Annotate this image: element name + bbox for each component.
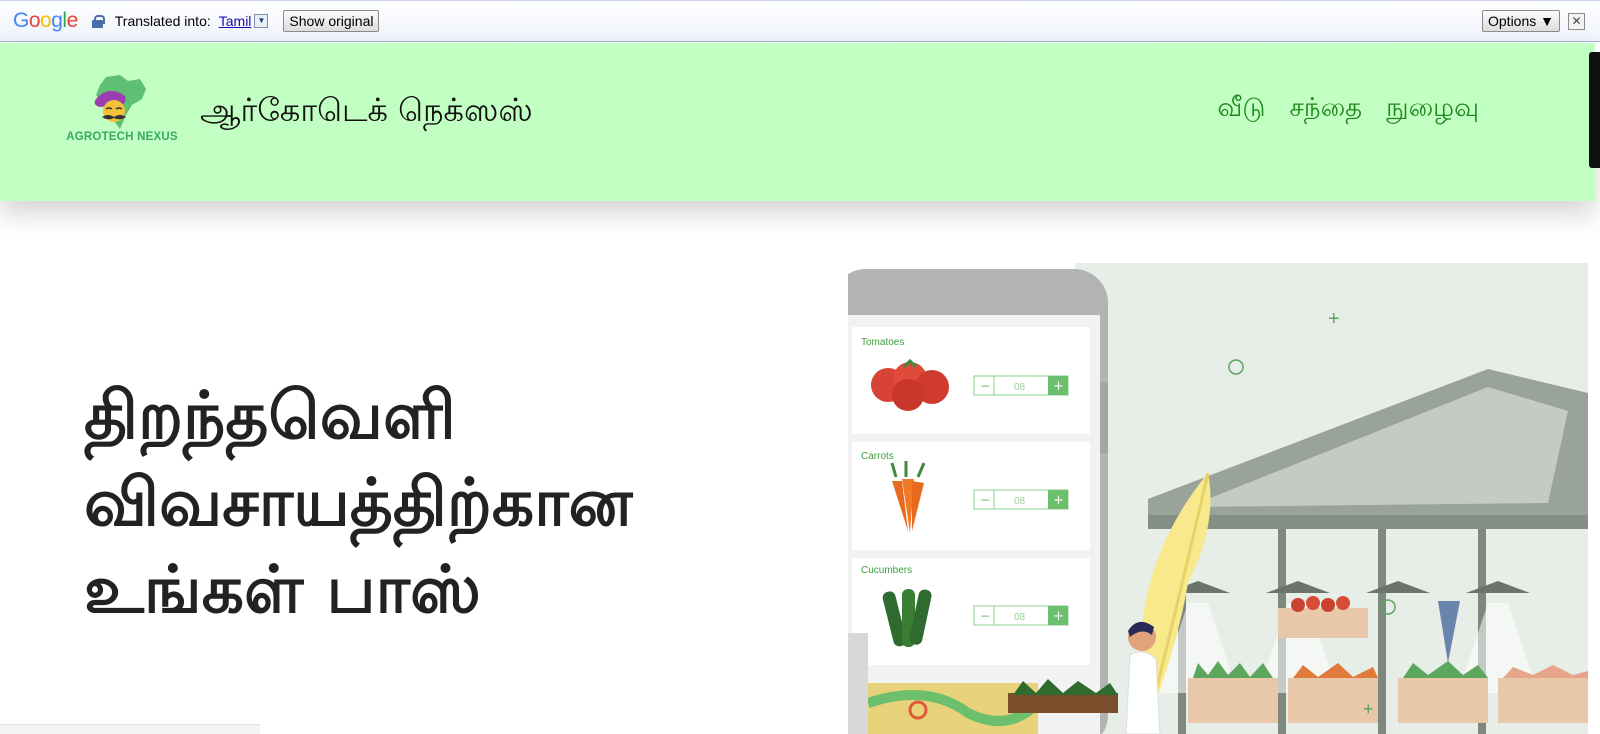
quantity-value: 08: [1014, 382, 1026, 393]
product-name: Cucumbers: [861, 565, 912, 576]
language-link[interactable]: Tamil: [219, 13, 252, 29]
nav-login-link[interactable]: நுழைவு: [1386, 93, 1479, 126]
nav-home-link[interactable]: வீடு: [1217, 93, 1265, 126]
lock-icon: [91, 14, 105, 28]
main-nav: வீடு சந்தை நுழைவு: [1217, 93, 1479, 126]
minus-icon: −: [980, 609, 990, 623]
quantity-stepper[interactable]: − + 08: [973, 489, 1069, 510]
show-original-button[interactable]: Show original: [283, 10, 380, 32]
brand-name[interactable]: ஆர்கோடெக் நெக்ஸஸ்: [200, 91, 533, 133]
nav-market-link[interactable]: சந்தை: [1289, 93, 1362, 126]
plus-icon: +: [1053, 493, 1064, 508]
person-illustration: [1125, 621, 1161, 734]
quantity-stepper[interactable]: − + 08: [973, 375, 1069, 396]
farmer-logo-icon: [94, 75, 146, 129]
hero-title-line: திறந்தவெளி: [84, 377, 456, 454]
translate-bar: Google Translated into: Tamil ▼ Show ori…: [0, 0, 1600, 42]
site-logo[interactable]: AGROTECH NEXUS: [62, 75, 182, 155]
quantity-value: 08: [1014, 496, 1026, 507]
minus-icon: −: [980, 379, 990, 393]
hero-title-line: உங்கள் பாஸ்: [84, 551, 481, 628]
hero-illustration: + + Tomatoes Carrots Cucumbers − + 08 − …: [848, 263, 1588, 734]
language-dropdown-icon[interactable]: ▼: [254, 14, 269, 28]
plus-icon: +: [1053, 379, 1064, 394]
logo-text: AGROTECH NEXUS: [66, 131, 178, 143]
svg-text:+: +: [1328, 308, 1340, 330]
hero-title: திறந்தவெளி விவசாயத்திற்கான உங்கள் பாஸ்: [84, 372, 824, 633]
minus-icon: −: [980, 493, 990, 507]
quantity-stepper[interactable]: − + 08: [973, 605, 1069, 626]
svg-text:+: +: [1363, 699, 1374, 719]
site-header: AGROTECH NEXUS ஆர்கோடெக் நெக்ஸஸ் வீடு சந…: [0, 43, 1595, 201]
plus-icon: +: [1053, 609, 1064, 624]
status-strip: [0, 724, 260, 734]
edge-toolbar[interactable]: [1589, 52, 1600, 168]
translated-into-label: Translated into:: [114, 13, 211, 29]
options-button[interactable]: Options ▼: [1482, 10, 1560, 32]
google-logo: Google: [13, 9, 78, 32]
close-icon[interactable]: ✕: [1568, 13, 1585, 30]
quantity-value: 08: [1014, 612, 1026, 623]
hero-title-line: விவசாயத்திற்கான: [84, 464, 633, 541]
product-name: Tomatoes: [861, 337, 904, 348]
product-name: Carrots: [861, 451, 894, 462]
